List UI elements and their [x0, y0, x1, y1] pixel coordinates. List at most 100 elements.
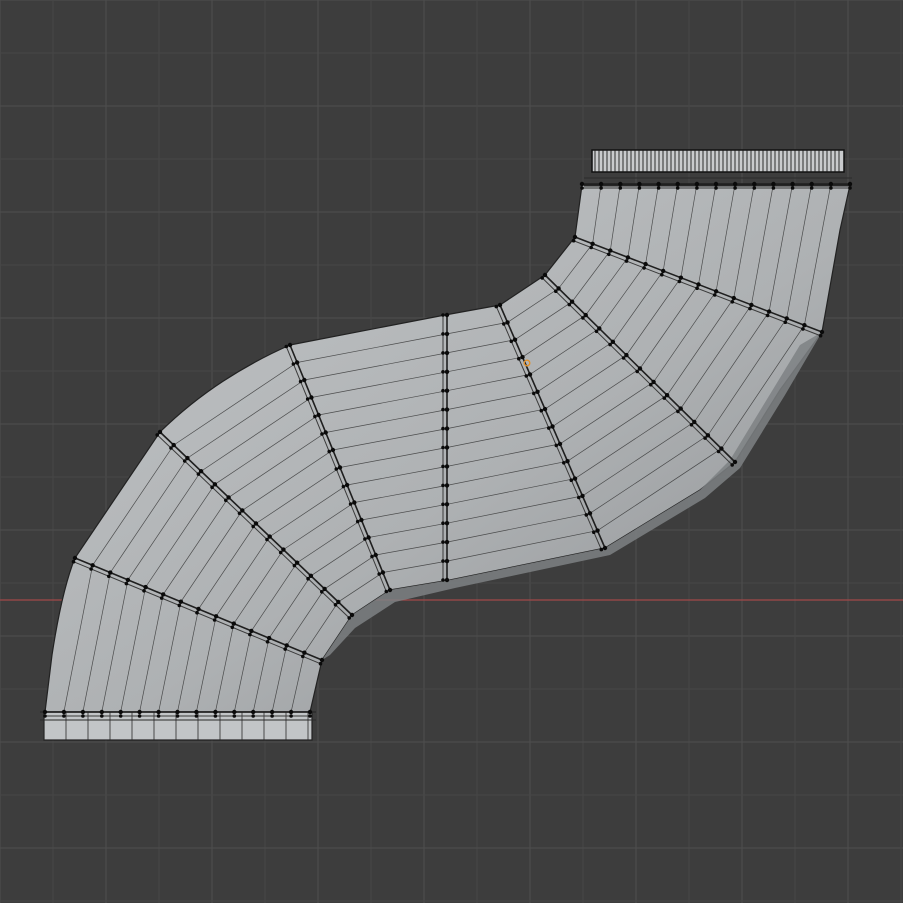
vertex [444, 521, 450, 526]
vertex [226, 495, 231, 500]
vertex [766, 309, 772, 314]
vertex [694, 181, 700, 187]
vertex [107, 574, 111, 579]
vertex [801, 327, 805, 331]
vertex [363, 537, 367, 541]
vertex [512, 337, 518, 342]
vertex [337, 465, 343, 470]
vertex [291, 362, 296, 366]
vertex [441, 521, 445, 525]
vertex [661, 268, 666, 274]
pipe-mesh[interactable] [40, 149, 853, 741]
vertex [278, 550, 283, 555]
vertex [240, 508, 245, 513]
vertex [42, 709, 48, 715]
vertex [494, 304, 499, 309]
vertex [444, 426, 450, 431]
vertex [441, 351, 445, 355]
vertex [607, 252, 611, 257]
vertex [441, 445, 445, 450]
vertex [143, 584, 148, 590]
vertex [509, 339, 514, 344]
vertex [595, 528, 600, 533]
vertex [177, 603, 182, 608]
vertex [712, 293, 717, 297]
vertex [784, 316, 789, 321]
vertex [62, 714, 66, 718]
vertex [118, 709, 123, 715]
vertex [676, 409, 680, 414]
vertex [441, 540, 445, 544]
vertex [175, 714, 180, 718]
vertex [731, 295, 736, 301]
vertex [318, 661, 323, 666]
vertex [441, 407, 445, 412]
vertex [662, 396, 667, 400]
vertex [771, 186, 776, 190]
vertex [752, 181, 757, 187]
vertex [320, 590, 324, 594]
vertex [155, 433, 159, 437]
vertex [819, 329, 825, 335]
vertex [444, 558, 450, 564]
vertex [302, 377, 307, 383]
vertex [656, 186, 661, 190]
vertex [649, 382, 653, 387]
vertex [237, 511, 242, 516]
vertex [829, 186, 833, 190]
vertex [224, 498, 228, 503]
vertex [572, 234, 578, 240]
vertex [251, 709, 256, 715]
vertex [571, 238, 576, 243]
vertex [532, 391, 536, 396]
vertex [289, 714, 293, 718]
vertex [847, 181, 853, 187]
vertex [444, 331, 450, 337]
vertex [334, 467, 339, 471]
vertex [675, 186, 680, 190]
3d-viewport[interactable] [0, 0, 903, 903]
vertex [790, 181, 795, 187]
vertex [444, 369, 450, 374]
vertex [540, 276, 544, 280]
vertex [765, 313, 770, 318]
vertex [642, 266, 646, 270]
vertex [567, 302, 572, 307]
vertex [598, 181, 604, 187]
vertex [771, 181, 776, 187]
vertex [625, 255, 631, 260]
vertex [213, 709, 218, 715]
vertex [618, 186, 623, 190]
vertex [783, 320, 788, 325]
vertex [527, 372, 533, 377]
vertex [347, 616, 352, 620]
vertex [599, 547, 604, 552]
vertex [232, 709, 237, 715]
vertex [580, 186, 584, 190]
vertex [733, 186, 737, 190]
vertex [336, 599, 341, 605]
vertex [444, 445, 450, 450]
vertex [341, 484, 346, 489]
vertex [137, 709, 142, 715]
vertex [695, 186, 699, 190]
vertex [348, 502, 353, 506]
vertex [441, 502, 445, 507]
vertex [656, 181, 661, 187]
vertex [692, 419, 697, 425]
vertex [848, 186, 852, 190]
vertex [248, 632, 252, 637]
vertex [635, 369, 639, 374]
vertex [157, 429, 163, 435]
vertex [366, 535, 371, 540]
vertex [210, 485, 214, 490]
vertex [90, 563, 95, 568]
vertex [677, 279, 682, 284]
vertex [284, 643, 289, 648]
vertex [284, 344, 289, 349]
viewport-canvas[interactable] [0, 0, 903, 903]
vertex [441, 370, 445, 374]
vertex [308, 573, 314, 578]
vertex [333, 603, 338, 607]
vertex [195, 610, 199, 615]
